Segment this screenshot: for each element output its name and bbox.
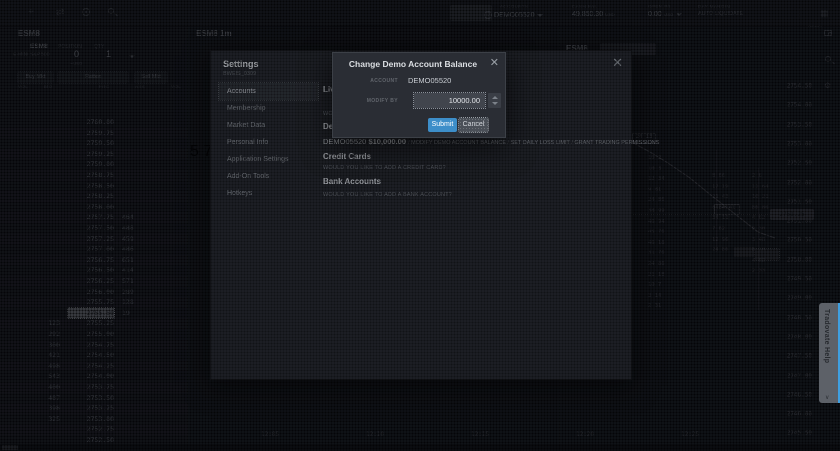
change-balance-modal: Change Demo Account Balance ✕ ACCOUNT DE… (332, 52, 506, 138)
stepper-up-icon[interactable] (492, 96, 498, 99)
help-tab[interactable]: Tradovate Help ∨ (819, 303, 840, 403)
close-icon[interactable]: ✕ (490, 56, 499, 69)
account-value: DEMO05520 (408, 76, 451, 85)
submit-button[interactable]: Submit (428, 118, 457, 132)
app-window: + ⇄ ACCOUNTS DDEMO05520 CASH BAL 49,850.… (0, 0, 840, 451)
modal-title: Change Demo Account Balance (333, 59, 493, 69)
modify-amount-input[interactable] (414, 93, 485, 108)
stepper-down-icon[interactable] (492, 102, 498, 105)
cancel-button[interactable]: Cancel (459, 118, 488, 132)
chevron-icon: ∨ (825, 394, 829, 401)
help-tab-label: Tradovate Help (823, 309, 830, 363)
amount-stepper (488, 93, 501, 108)
modify-by-label: MODIFY BY (343, 98, 398, 104)
account-label: ACCOUNT (343, 78, 398, 84)
